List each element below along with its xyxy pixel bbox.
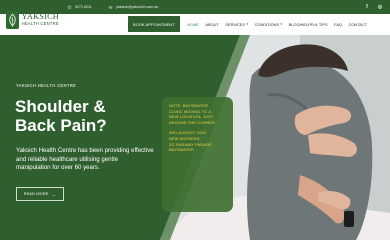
logo-mark-icon xyxy=(6,10,19,29)
nav-contact[interactable]: CONTACT xyxy=(345,22,370,27)
relocation-notice: NOTE: BAYSWATER CLINIC MOVING TO A NEW L… xyxy=(162,97,233,212)
hero-description: Yaksich Health Centre has been providing… xyxy=(16,147,154,172)
main-nav: BOOK APPOINTMENT HOME ABOUT SERVICES ▾ CO… xyxy=(128,16,370,32)
email-icon: ✉ xyxy=(108,4,113,10)
logo-subtitle: HEALTH CENTRE xyxy=(21,21,59,27)
read-more-button[interactable]: READ MORE → xyxy=(16,187,64,201)
email-address: yaksich@yaksichh.com.au xyxy=(116,5,159,9)
facebook-icon[interactable]: f xyxy=(363,3,371,11)
nav-services[interactable]: SERVICES ▾ xyxy=(222,22,251,27)
book-appointment-button[interactable]: BOOK APPOINTMENT xyxy=(128,16,180,32)
hero-headline: Shoulder & Back Pain? xyxy=(15,97,107,135)
nav-faq[interactable]: FAQ xyxy=(331,22,345,27)
nav-blog[interactable]: BLOG/HELPFUL TIPS xyxy=(285,22,331,27)
nav-home[interactable]: HOME xyxy=(184,22,202,27)
arrow-right-icon: → xyxy=(51,191,57,197)
chevron-down-icon: ▾ xyxy=(280,22,283,26)
phone-number: 9271 6211 xyxy=(75,5,92,9)
phone-link[interactable]: ✆ 9271 6211 xyxy=(67,0,92,14)
hero-section: YAKSICH HEALTH CENTRE Shoulder & Back Pa… xyxy=(0,35,390,240)
phone-icon: ✆ xyxy=(67,4,72,10)
chevron-down-icon: ▾ xyxy=(246,22,249,26)
hero-eyebrow: YAKSICH HEALTH CENTRE xyxy=(16,83,77,88)
nav-conditions[interactable]: CONDITIONS ▾ xyxy=(251,22,285,27)
logo-name: YAKSICH xyxy=(21,11,59,21)
email-link[interactable]: ✉ yaksich@yaksichh.com.au xyxy=(108,0,159,14)
nav-about[interactable]: ABOUT xyxy=(202,22,222,27)
instagram-icon[interactable]: ◎ xyxy=(376,3,384,11)
site-logo[interactable]: YAKSICH HEALTH CENTRE xyxy=(6,8,59,31)
notice-line: BAYSWATER xyxy=(169,147,195,153)
